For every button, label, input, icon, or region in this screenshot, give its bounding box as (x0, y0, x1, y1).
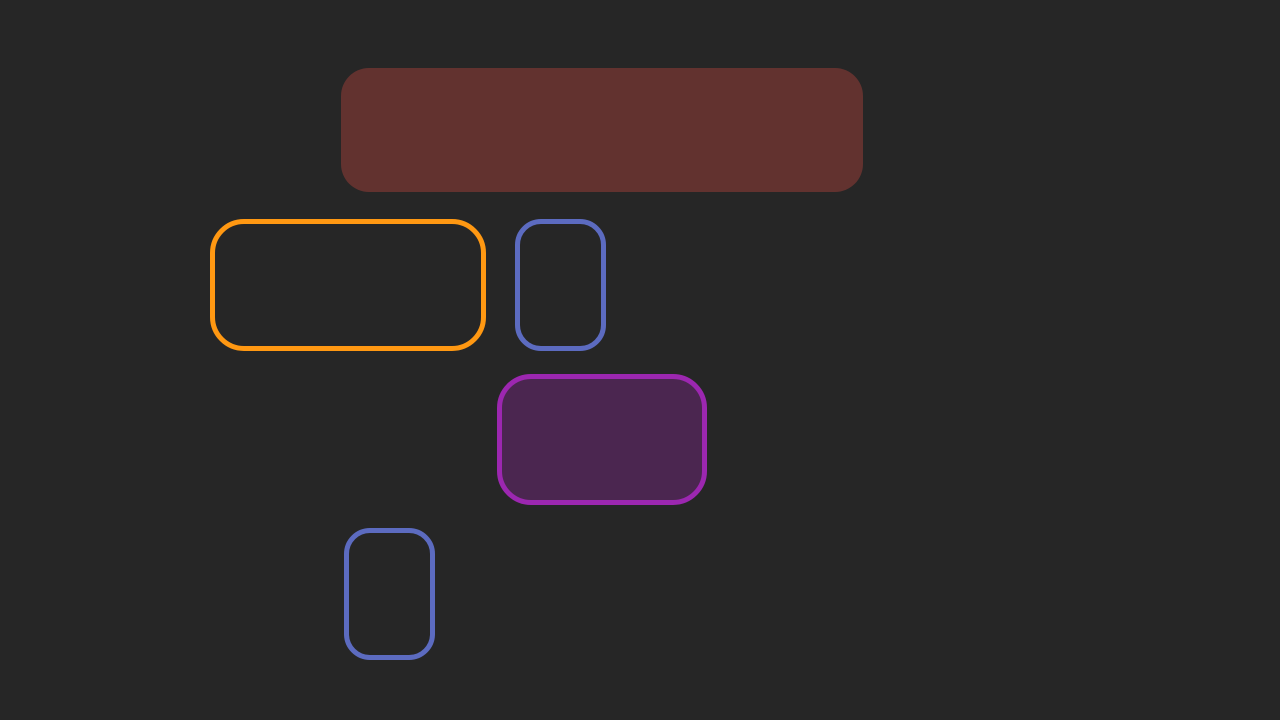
blue-outlined-box-lower (344, 528, 435, 660)
diagram-canvas (0, 0, 1280, 720)
purple-filled-box (497, 374, 707, 505)
blue-outlined-box-upper (515, 219, 606, 351)
banner-block (341, 68, 863, 192)
orange-outlined-box (210, 219, 486, 351)
